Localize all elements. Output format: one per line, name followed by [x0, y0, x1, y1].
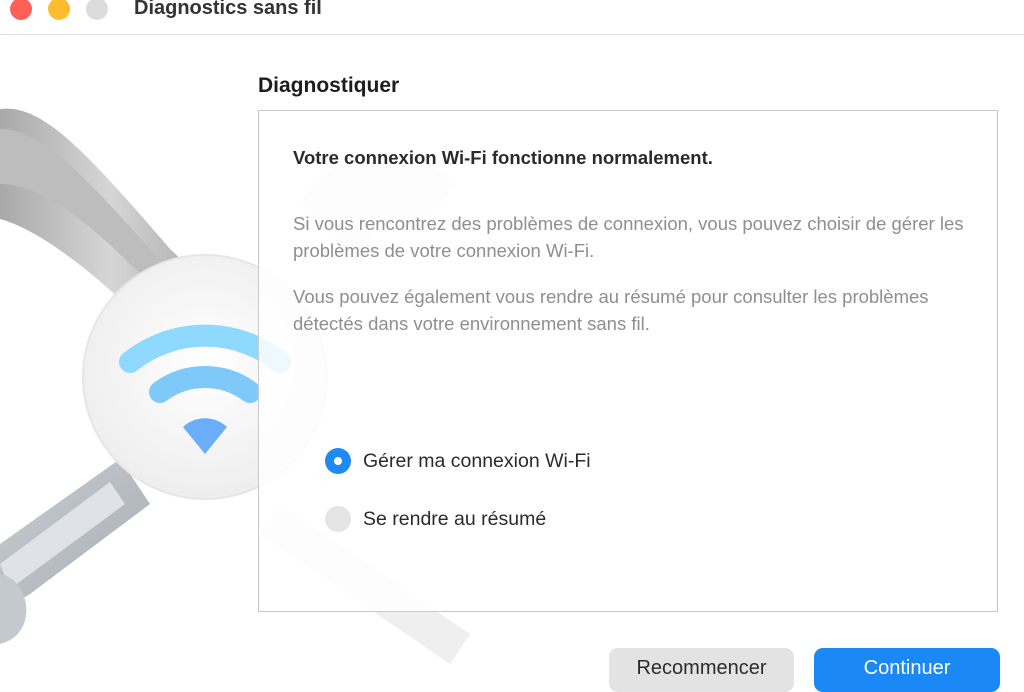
info-paragraph: Vous pouvez également vous rendre au rés…: [293, 286, 929, 334]
close-window-button[interactable]: [10, 0, 32, 20]
zoom-window-button[interactable]: [86, 0, 108, 20]
section-title: Diagnostiquer: [258, 74, 400, 97]
option-label: Se rendre au résumé: [363, 507, 547, 530]
diagnostic-panel: Votre connexion Wi-Fi fonctionne normale…: [258, 110, 998, 612]
status-headline: Votre connexion Wi-Fi fonctionne normale…: [293, 147, 713, 168]
option-label: Gérer ma connexion Wi-Fi: [363, 449, 591, 472]
window-title: Diagnostics sans fil: [134, 0, 322, 19]
option-go-to-summary[interactable]: Se rendre au résumé: [325, 505, 546, 533]
radio-button-selected[interactable]: [325, 448, 351, 474]
minimize-window-button[interactable]: [48, 0, 70, 20]
restart-button[interactable]: Recommencer: [609, 648, 794, 692]
continue-button[interactable]: Continuer: [814, 648, 1000, 692]
radio-button[interactable]: [325, 506, 351, 532]
info-paragraph: Si vous rencontrez des problèmes de conn…: [293, 213, 964, 261]
option-manage-connection[interactable]: Gérer ma connexion Wi-Fi: [325, 447, 591, 475]
title-bar: Diagnostics sans fil: [0, 0, 1024, 35]
